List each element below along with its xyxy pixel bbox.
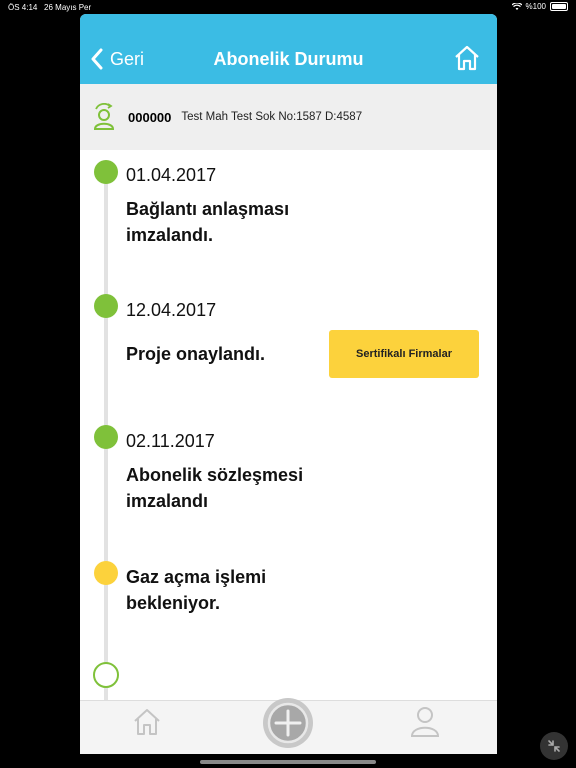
timeline-step-line: bekleniyor. — [126, 593, 221, 613]
status-right: %100 — [511, 2, 568, 11]
add-icon[interactable] — [262, 697, 314, 749]
subscriber-address: Test Mah Test Sok No:1587 D:4587 — [181, 111, 363, 123]
app-window: Geri Abonelik Durumu 000000 Test Mah Tes… — [80, 14, 497, 754]
status-left: ÖS 4:14 26 Mayıs Per — [8, 3, 91, 12]
page-title: Abonelik Durumu — [213, 49, 364, 69]
timeline-step-text: Proje onaylandı. — [126, 341, 346, 367]
timeline-step-text: Abonelik sözleşmesi imzalandı — [126, 462, 346, 514]
wifi-icon — [511, 2, 522, 10]
timeline-date: 01.04.2017 — [126, 165, 217, 185]
timeline-dot-done — [94, 294, 118, 318]
battery-percent: %100 — [525, 2, 546, 11]
home-indicator — [200, 760, 376, 764]
status-time: ÖS 4:14 — [8, 3, 38, 12]
timeline-step-line: imzalandı. — [126, 225, 214, 245]
timeline-dot-done — [94, 425, 118, 449]
timeline-dot-done — [94, 160, 118, 184]
collapse-icon — [548, 740, 560, 752]
status-bar: ÖS 4:14 26 Mayıs Per %100 — [0, 0, 576, 14]
subscriber-bar: 000000 Test Mah Test Sok No:1587 D:4587 — [80, 84, 497, 150]
timeline-date: 12.04.2017 — [126, 300, 217, 320]
subscriber-number: 000000 — [128, 109, 172, 125]
timeline-dot-empty — [93, 662, 119, 688]
timeline-date: 02.11.2017 — [126, 431, 215, 451]
timeline-step-line: Bağlantı anlaşması — [126, 199, 290, 219]
tab-home-icon[interactable] — [132, 707, 162, 737]
collapse-button[interactable] — [540, 732, 568, 760]
status-date: 26 Mayıs Per — [44, 3, 92, 12]
user-switch-icon — [93, 103, 115, 130]
timeline-step-text: Gaz açma işlemi bekleniyor. — [126, 564, 346, 616]
certified-companies-button[interactable]: Sertifikalı Firmalar — [329, 330, 479, 378]
timeline-step-line: Gaz açma işlemi — [126, 567, 267, 587]
timeline-step-text: Bağlantı anlaşması imzalandı. — [126, 196, 346, 248]
header: Geri Abonelik Durumu — [80, 14, 497, 84]
timeline-step-line: imzalandı — [126, 491, 209, 511]
tab-bar — [80, 697, 497, 754]
battery-icon — [550, 2, 568, 11]
home-icon[interactable] — [453, 44, 481, 72]
timeline-dot-pending — [94, 561, 118, 585]
tab-user-icon[interactable] — [410, 705, 440, 737]
timeline-step-line: Proje onaylandı. — [126, 344, 266, 364]
timeline-step-line: Abonelik sözleşmesi — [126, 465, 304, 485]
